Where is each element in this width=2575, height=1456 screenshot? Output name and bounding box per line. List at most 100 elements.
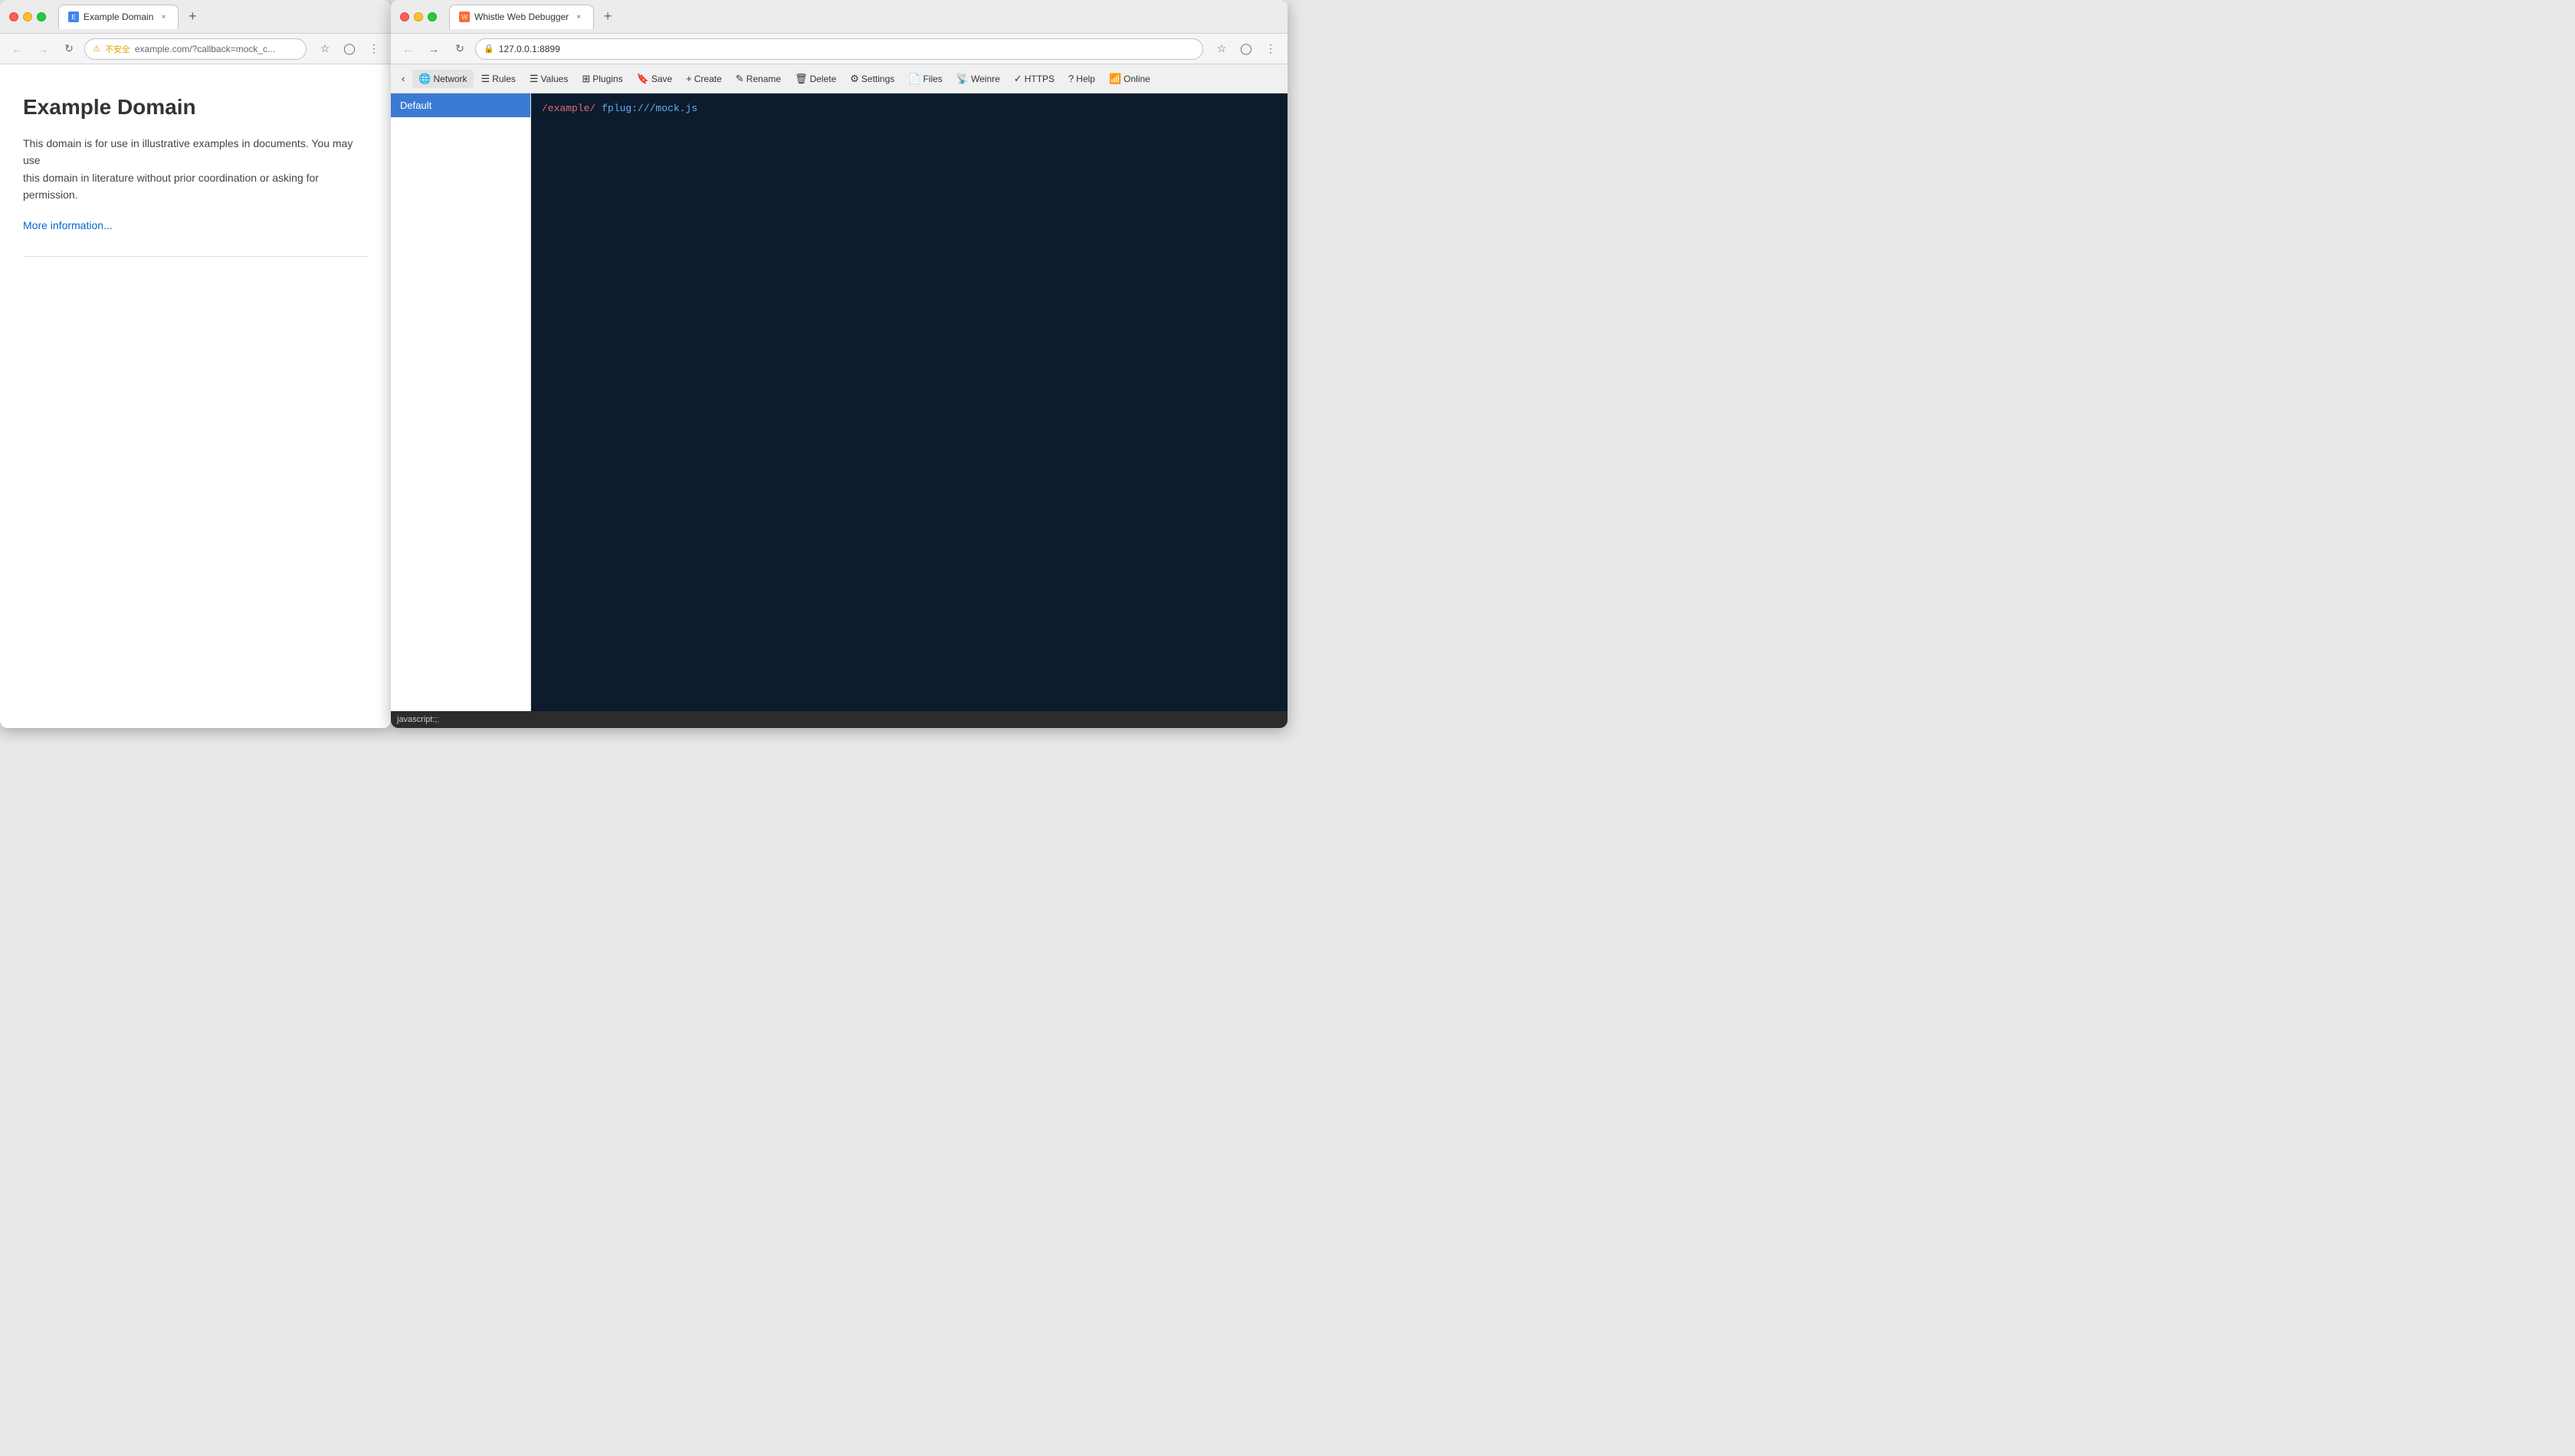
sidebar-item-label: Default: [400, 100, 431, 111]
tab-area-1: E Example Domain × +: [58, 5, 382, 29]
editor-line-1: /example/ fplug:///mock.js: [542, 101, 1277, 117]
plugins-icon: ⊞: [582, 73, 590, 85]
network-icon: 🌐: [418, 73, 431, 85]
divider: [23, 256, 368, 257]
address-bar-2: ← → ↻ 🔒 127.0.0.1:8899 ☆ ◯ ⋮: [391, 34, 1288, 64]
security-icon-1: ⚠: [93, 44, 100, 54]
whistle-sidebar: Default: [391, 93, 531, 711]
files-label: Files: [923, 74, 942, 84]
https-button[interactable]: ✓ HTTPS: [1008, 70, 1061, 88]
create-icon: +: [686, 73, 692, 84]
forward-button-2[interactable]: →: [423, 38, 444, 60]
create-label: Create: [694, 74, 722, 84]
whistle-editor[interactable]: /example/ fplug:///mock.js: [531, 93, 1288, 711]
help-button[interactable]: ? Help: [1062, 70, 1101, 87]
weinre-label: Weinre: [971, 74, 1000, 84]
sidebar-item-default[interactable]: Default: [391, 93, 530, 117]
tab-favicon-1: E: [68, 11, 79, 22]
back-nav-icon: ‹: [402, 73, 405, 84]
save-icon: 🔖: [637, 73, 649, 85]
values-button[interactable]: ☰ Values: [523, 70, 574, 88]
page-content-1: Example Domain This domain is for use in…: [0, 64, 391, 728]
account-button-1[interactable]: ◯: [339, 38, 360, 60]
tab-close-2[interactable]: ×: [573, 11, 584, 22]
https-icon: ✓: [1014, 73, 1022, 85]
tab-label-1: Example Domain: [84, 11, 153, 22]
online-icon: 📶: [1109, 73, 1121, 85]
tab-favicon-2: W: [459, 11, 470, 22]
rename-button[interactable]: ✎ Rename: [730, 70, 787, 88]
save-button[interactable]: 🔖 Save: [631, 70, 679, 88]
more-info-link[interactable]: More information...: [23, 219, 113, 231]
editor-target: fplug:///mock.js: [602, 101, 697, 117]
weinre-button[interactable]: 📡 Weinre: [950, 70, 1006, 88]
lock-icon: 🔒: [484, 44, 494, 54]
url-actions-1: ☆ ◯ ⋮: [314, 38, 385, 60]
tab-whistle[interactable]: W Whistle Web Debugger ×: [449, 5, 594, 29]
files-button[interactable]: 📄 Files: [902, 70, 949, 88]
rules-button[interactable]: ☰ Rules: [475, 70, 522, 88]
url-actions-2: ☆ ◯ ⋮: [1211, 38, 1281, 60]
page-title-1: Example Domain: [23, 95, 368, 120]
new-tab-button-1[interactable]: +: [182, 6, 203, 28]
status-bar: javascript:; ;: [391, 711, 1288, 728]
tab-example-domain[interactable]: E Example Domain ×: [58, 5, 179, 29]
page-description-1: This domain is for use in illustrative e…: [23, 135, 368, 204]
account-button-2[interactable]: ◯: [1235, 38, 1257, 60]
bookmark-button-1[interactable]: ☆: [314, 38, 336, 60]
tab-close-1[interactable]: ×: [158, 11, 169, 22]
tab-label-2: Whistle Web Debugger: [474, 11, 569, 22]
back-button-2[interactable]: ←: [397, 38, 418, 60]
more-button-1[interactable]: ⋮: [363, 38, 385, 60]
create-button[interactable]: + Create: [680, 70, 728, 87]
files-icon: 📄: [908, 73, 920, 85]
back-nav-button[interactable]: ‹: [395, 70, 411, 87]
maximize-button-1[interactable]: [37, 12, 46, 21]
maximize-button-2[interactable]: [428, 12, 437, 21]
rules-label: Rules: [492, 74, 516, 84]
values-icon: ☰: [530, 73, 539, 85]
reload-button-1[interactable]: ↻: [58, 38, 80, 60]
close-button-2[interactable]: [400, 12, 409, 21]
more-button-2[interactable]: ⋮: [1260, 38, 1281, 60]
rename-label: Rename: [746, 74, 781, 84]
bookmark-button-2[interactable]: ☆: [1211, 38, 1232, 60]
back-button-1[interactable]: ←: [6, 38, 28, 60]
traffic-lights-1: [9, 12, 46, 21]
reload-button-2[interactable]: ↻: [449, 38, 471, 60]
title-bar-2: W Whistle Web Debugger × +: [391, 0, 1288, 34]
help-label: Help: [1076, 74, 1095, 84]
https-label: HTTPS: [1025, 74, 1055, 84]
rules-icon: ☰: [481, 73, 490, 85]
close-button-1[interactable]: [9, 12, 18, 21]
url-bar-1[interactable]: ⚠ 不安全 example.com/?callback=mock_c...: [84, 38, 307, 60]
status-text: javascript:;: [397, 715, 438, 724]
forward-button-1[interactable]: →: [32, 38, 54, 60]
url-text-2: 127.0.0.1:8899: [499, 44, 560, 54]
address-bar-1: ← → ↻ ⚠ 不安全 example.com/?callback=mock_c…: [0, 34, 391, 64]
settings-icon: ⚙: [850, 73, 859, 85]
plugins-button[interactable]: ⊞ Plugins: [576, 70, 628, 88]
weinre-icon: 📡: [956, 73, 969, 85]
settings-button[interactable]: ⚙ Settings: [844, 70, 900, 88]
whistle-toolbar: ‹ 🌐 Network ☰ Rules ☰ Values ⊞ Plugins 🔖…: [391, 64, 1288, 93]
online-label: Online: [1123, 74, 1150, 84]
help-icon: ?: [1068, 73, 1074, 84]
url-bar-2[interactable]: 🔒 127.0.0.1:8899: [475, 38, 1203, 60]
delete-button[interactable]: 🗑 Delete: [789, 70, 842, 88]
whistle-main: Default /example/ fplug:///mock.js: [391, 93, 1288, 711]
settings-label: Settings: [861, 74, 894, 84]
url-text-1: example.com/?callback=mock_c...: [135, 44, 275, 54]
browser-window-2: W Whistle Web Debugger × + ← → ↻ 🔒 127.0…: [391, 0, 1288, 728]
title-bar-1: E Example Domain × +: [0, 0, 391, 34]
plugins-label: Plugins: [592, 74, 622, 84]
minimize-button-2[interactable]: [414, 12, 423, 21]
security-label-1: 不安全: [105, 43, 130, 55]
new-tab-button-2[interactable]: +: [597, 6, 618, 28]
minimize-button-1[interactable]: [23, 12, 32, 21]
browser-window-1: E Example Domain × + ← → ↻ ⚠ 不安全 example…: [0, 0, 391, 728]
online-button[interactable]: 📶 Online: [1103, 70, 1156, 88]
delete-icon: 🗑: [795, 73, 808, 85]
rename-icon: ✎: [736, 73, 744, 85]
network-button[interactable]: 🌐 Network: [412, 70, 473, 88]
